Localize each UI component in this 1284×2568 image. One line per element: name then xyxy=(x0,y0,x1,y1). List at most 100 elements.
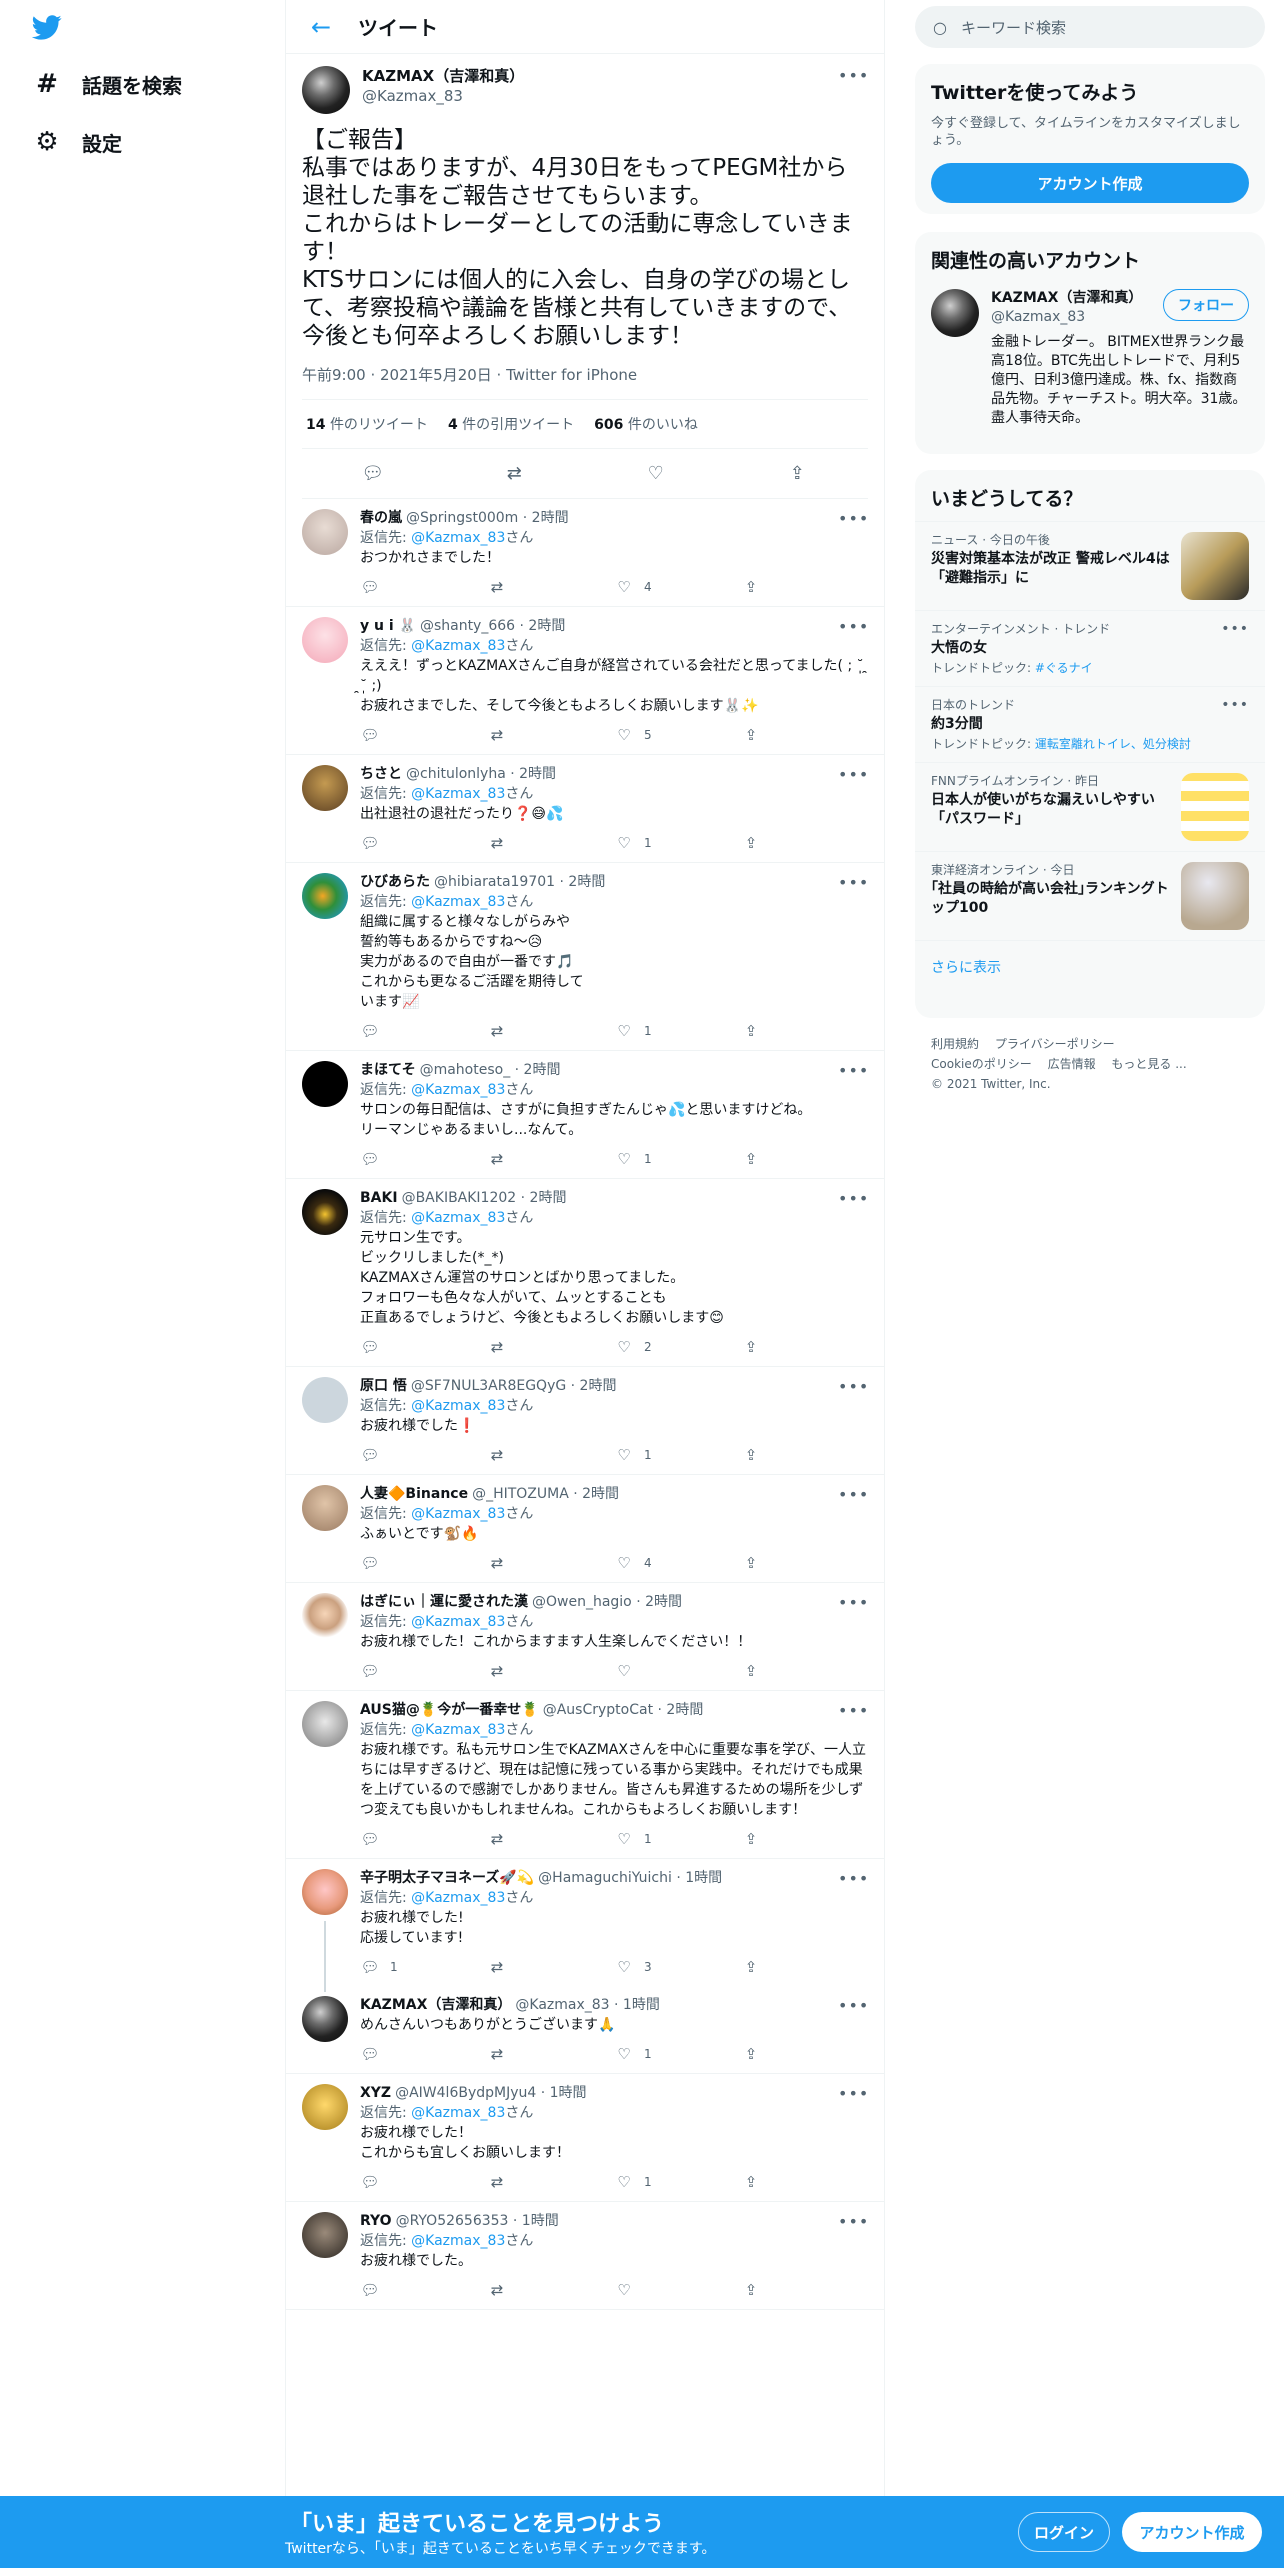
mention-link[interactable]: @Kazmax_83 xyxy=(411,1614,505,1630)
reply-button[interactable]: 💬︎ xyxy=(360,1830,487,1848)
like-button[interactable]: ♡ 1 xyxy=(614,1150,741,1168)
like-button[interactable]: ♡ xyxy=(614,2281,741,2299)
retweet-button[interactable]: ⇄ xyxy=(487,1446,614,1464)
share-button[interactable]: ⇪ xyxy=(741,1830,868,1848)
share-button[interactable]: ⇪ xyxy=(741,1446,868,1464)
reply-tweet[interactable]: ちさと @chitulonlyha · 2時間 ••• 返信先: @Kazmax… xyxy=(286,755,884,863)
share-button[interactable]: ⇪ xyxy=(741,1958,868,1976)
more-options-icon[interactable]: ••• xyxy=(1221,697,1249,713)
reply-meta[interactable]: @BAKIBAKI1202 · 2時間 xyxy=(402,1189,567,1208)
signup-button[interactable]: アカウント作成 xyxy=(1122,2512,1262,2552)
reply-meta[interactable]: @Springst000m · 2時間 xyxy=(406,509,569,528)
nav-item-settings[interactable]: ⚙ 設定 xyxy=(32,120,122,164)
more-options-icon[interactable]: ••• xyxy=(838,509,868,528)
reply-meta[interactable]: @HamaguchiYuichi · 1時間 xyxy=(538,1869,722,1888)
reply-tweet[interactable]: ひびあらた @hibiarata19701 · 2時間 ••• 返信先: @Ka… xyxy=(286,863,884,1051)
reply-author-name[interactable]: 原口 悟 xyxy=(360,1377,407,1396)
more-options-icon[interactable]: ••• xyxy=(838,617,868,636)
reply-meta[interactable]: @RYO52656353 · 1時間 xyxy=(396,2212,559,2231)
retweet-button[interactable]: ⇄ xyxy=(487,2281,614,2299)
like-button[interactable]: ♡ 1 xyxy=(614,1446,741,1464)
share-button[interactable]: ⇪ xyxy=(741,1150,868,1168)
retweet-button[interactable]: ⇄ xyxy=(487,1662,614,1680)
follow-button[interactable]: フォロー xyxy=(1163,289,1249,321)
reply-author-name[interactable]: はぎにぃ｜運に愛された漢 xyxy=(360,1593,528,1612)
more-options-icon[interactable]: ••• xyxy=(838,1377,868,1396)
like-button[interactable]: ♡ 4 xyxy=(614,1554,741,1572)
like-icon[interactable]: ♡ xyxy=(638,463,674,484)
reply-meta[interactable]: @Kazmax_83 · 1時間 xyxy=(515,1996,659,2015)
reply-meta[interactable]: @Owen_hagio · 2時間 xyxy=(532,1593,682,1612)
like-button[interactable]: ♡ 1 xyxy=(614,1830,741,1848)
reply-button[interactable]: 💬︎ xyxy=(360,834,487,852)
more-options-icon[interactable]: ••• xyxy=(838,1593,868,1612)
avatar[interactable] xyxy=(302,617,348,663)
mention-link[interactable]: @Kazmax_83 xyxy=(411,786,505,802)
share-button[interactable]: ⇪ xyxy=(741,578,868,596)
reply-meta[interactable]: @SF7NUL3AR8EGQyG · 2時間 xyxy=(411,1377,617,1396)
retweet-button[interactable]: ⇄ xyxy=(487,1022,614,1040)
reply-meta[interactable]: @_HITOZUMA · 2時間 xyxy=(472,1485,619,1504)
avatar[interactable] xyxy=(302,1593,348,1639)
reply-tweet[interactable]: BAKI @BAKIBAKI1202 · 2時間 ••• 返信先: @Kazma… xyxy=(286,1179,884,1367)
avatar[interactable] xyxy=(302,1377,348,1423)
trend-item[interactable]: FNNプライムオンライン · 昨日 日本人が使いがちな漏えいしやすい「パスワード… xyxy=(915,762,1265,851)
avatar[interactable] xyxy=(302,1061,348,1107)
reply-meta[interactable]: @chitulonlyha · 2時間 xyxy=(406,765,556,784)
reply-author-name[interactable]: RYO xyxy=(360,2212,392,2231)
author-handle[interactable]: @Kazmax_83 xyxy=(362,86,838,106)
retweet-button[interactable]: ⇄ xyxy=(487,1338,614,1356)
reply-button[interactable]: 💬︎ xyxy=(360,1554,487,1572)
like-button[interactable]: ♡ 1 xyxy=(614,2173,741,2191)
footer-link[interactable]: プライバシーポリシー xyxy=(995,1037,1115,1051)
reply-button[interactable]: 💬︎ xyxy=(360,2173,487,2191)
search-input[interactable]: キーワード検索 xyxy=(961,17,1066,38)
trend-item[interactable]: ニュース · 今日の午後 災害対策基本法が改正 警戒レベル4は「避難指示」に xyxy=(915,521,1265,610)
avatar[interactable] xyxy=(302,2212,348,2258)
trend-tag-link[interactable]: 運転室離れトイレ、処分検討 xyxy=(1035,737,1191,751)
reply-meta[interactable]: @shanty_666 · 2時間 xyxy=(420,617,565,636)
reply-tweet[interactable]: AUS猫@🍍今が一番幸せ🍍 @AusCryptoCat · 2時間 ••• 返信… xyxy=(286,1691,884,1859)
share-button[interactable]: ⇪ xyxy=(741,834,868,852)
reply-author-name[interactable]: 春の嵐 xyxy=(360,509,402,528)
mention-link[interactable]: @Kazmax_83 xyxy=(411,2105,505,2121)
more-options-icon[interactable]: ••• xyxy=(838,1189,868,1208)
tweet-timestamp[interactable]: 午前9:00 · 2021年5月20日 · Twitter for iPhone xyxy=(302,364,868,400)
mention-link[interactable]: @Kazmax_83 xyxy=(411,1890,505,1906)
reply-author-name[interactable]: ひびあらた xyxy=(360,873,430,892)
share-button[interactable]: ⇪ xyxy=(741,1662,868,1680)
reply-tweet[interactable]: 原口 悟 @SF7NUL3AR8EGQyG · 2時間 ••• 返信先: @Ka… xyxy=(286,1367,884,1475)
mention-link[interactable]: @Kazmax_83 xyxy=(411,2233,505,2249)
reply-author-name[interactable]: 辛子明太子マヨネーズ🚀💫 xyxy=(360,1869,534,1888)
account-name[interactable]: KAZMAX（吉澤和真） xyxy=(991,289,1142,308)
reply-button[interactable]: 💬︎ 1 xyxy=(360,1958,487,1976)
more-options-icon[interactable]: ••• xyxy=(838,66,868,85)
reply-author-name[interactable]: KAZMAX（吉澤和真） xyxy=(360,1996,511,2015)
like-button[interactable]: ♡ xyxy=(614,1662,741,1680)
retweet-button[interactable]: ⇄ xyxy=(487,834,614,852)
author-name[interactable]: KAZMAX（吉澤和真） xyxy=(362,66,838,86)
avatar[interactable] xyxy=(302,1485,348,1531)
reply-tweet[interactable]: はぎにぃ｜運に愛された漢 @Owen_hagio · 2時間 ••• 返信先: … xyxy=(286,1583,884,1691)
more-options-icon[interactable]: ••• xyxy=(838,1996,868,2015)
avatar[interactable] xyxy=(302,1869,348,1915)
reply-tweet[interactable]: KAZMAX（吉澤和真） @Kazmax_83 · 1時間 ••• めんさんいつ… xyxy=(286,1986,884,2074)
account-handle[interactable]: @Kazmax_83 xyxy=(991,308,1142,327)
reply-tweet[interactable]: RYO @RYO52656353 · 1時間 ••• 返信先: @Kazmax_… xyxy=(286,2202,884,2310)
more-options-icon[interactable]: ••• xyxy=(1221,621,1249,637)
mention-link[interactable]: @Kazmax_83 xyxy=(411,1506,505,1522)
footer-link[interactable]: 利用規約 xyxy=(931,1037,979,1051)
avatar[interactable] xyxy=(302,1189,348,1235)
quote-stat[interactable]: 4 件の引用ツイート xyxy=(448,414,574,434)
reply-meta[interactable]: @AIW4l6BydpMJyu4 · 1時間 xyxy=(395,2084,586,2103)
mention-link[interactable]: @Kazmax_83 xyxy=(411,638,505,654)
create-account-button[interactable]: アカウント作成 xyxy=(931,163,1249,203)
share-icon[interactable]: ⇪ xyxy=(779,463,815,484)
mention-link[interactable]: @Kazmax_83 xyxy=(411,1082,505,1098)
retweet-button[interactable]: ⇄ xyxy=(487,578,614,596)
reply-tweet[interactable]: 春の嵐 @Springst000m · 2時間 ••• 返信先: @Kazmax… xyxy=(286,499,884,607)
more-options-icon[interactable]: ••• xyxy=(838,1869,868,1888)
footer-link[interactable]: 広告情報 xyxy=(1048,1057,1096,1071)
reply-tweet[interactable]: まほてそ @mahoteso_ · 2時間 ••• 返信先: @Kazmax_8… xyxy=(286,1051,884,1179)
reply-author-name[interactable]: XYZ xyxy=(360,2084,391,2103)
